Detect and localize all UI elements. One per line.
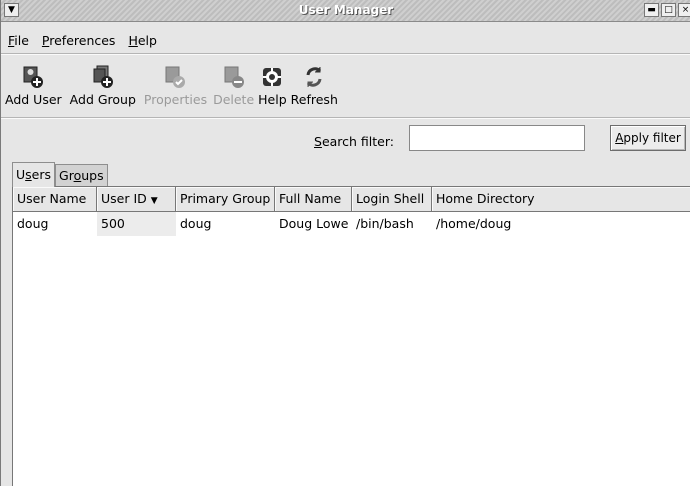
menu-help[interactable]: Help xyxy=(121,30,163,52)
tab-groups-text-start: Gr xyxy=(59,168,74,183)
table-header: User Name User ID ▼ Primary Group Full Na… xyxy=(13,187,690,212)
properties-icon xyxy=(162,64,188,90)
cell-user-name: doug xyxy=(17,216,49,231)
apply-filter-label: pply filter xyxy=(623,131,681,145)
cell-primary-group: doug xyxy=(180,216,212,231)
column-header-label: Home Directory xyxy=(436,191,535,206)
tab-bar: Users Groups xyxy=(12,162,108,187)
cell-home-directory: /home/doug xyxy=(436,216,512,231)
menu-preferences-label: references xyxy=(49,33,116,48)
help-button[interactable]: Help xyxy=(256,58,289,114)
column-header-user-id[interactable]: User ID ▼ xyxy=(97,187,176,211)
table-row[interactable]: doug 500 doug Doug Lowe /bin/bash /home/… xyxy=(13,212,690,236)
menu-help-label: elp xyxy=(137,33,157,48)
properties-button[interactable]: Properties xyxy=(142,58,209,114)
user-manager-window: ▼ User Manager ▬ □ × File Preferences He… xyxy=(0,0,690,486)
help-label: Help xyxy=(258,92,287,107)
tab-users-text-start: U xyxy=(16,167,26,182)
add-group-icon xyxy=(90,64,116,90)
column-header-label: Login Shell xyxy=(356,191,425,206)
column-header-login-shell[interactable]: Login Shell xyxy=(352,187,432,211)
tab-groups[interactable]: Groups xyxy=(55,164,108,186)
add-user-button[interactable]: Add User xyxy=(3,58,64,114)
search-filter-accel: S xyxy=(314,134,322,149)
menu-help-accel: H xyxy=(128,33,138,48)
tab-users[interactable]: Users xyxy=(12,162,56,187)
minimize-button[interactable]: ▬ xyxy=(644,3,659,17)
toolbar: Add User Add Group Properties Delete Hel… xyxy=(3,58,340,114)
search-filter-label-text: earch filter: xyxy=(321,134,394,149)
apply-filter-button[interactable]: Apply filter xyxy=(610,125,686,151)
help-lifebuoy-icon xyxy=(259,64,285,90)
add-user-icon xyxy=(20,64,46,90)
column-header-primary-group[interactable]: Primary Group xyxy=(176,187,275,211)
column-header-label: Full Name xyxy=(279,191,342,206)
toolbar-divider xyxy=(1,117,690,119)
close-button[interactable]: × xyxy=(678,3,690,17)
column-header-home-directory[interactable]: Home Directory xyxy=(432,187,690,211)
column-header-label: User Name xyxy=(17,191,87,206)
refresh-icon xyxy=(301,64,327,90)
tab-groups-text-end: ups xyxy=(81,168,104,183)
delete-label: Delete xyxy=(213,92,255,107)
menubar: File Preferences Help xyxy=(1,30,163,52)
maximize-icon: □ xyxy=(664,5,673,15)
add-group-label: Add Group xyxy=(69,92,136,107)
column-header-full-name[interactable]: Full Name xyxy=(275,187,352,211)
cell-user-id: 500 xyxy=(97,212,176,236)
delete-user-icon xyxy=(221,64,247,90)
menubar-divider xyxy=(1,53,690,55)
add-group-button[interactable]: Add Group xyxy=(68,58,138,114)
column-header-label: Primary Group xyxy=(180,191,271,206)
refresh-label: Refresh xyxy=(290,92,338,107)
close-icon: × xyxy=(681,5,690,15)
properties-label: Properties xyxy=(143,92,208,107)
delete-button[interactable]: Delete xyxy=(211,58,256,114)
maximize-button[interactable]: □ xyxy=(661,3,676,17)
search-filter-label: Search filter: xyxy=(314,134,394,149)
column-header-label: User ID xyxy=(101,191,147,206)
column-header-user-name[interactable]: User Name xyxy=(13,187,97,211)
window-title: User Manager xyxy=(298,3,394,17)
cell-full-name: Doug Lowe xyxy=(279,216,349,231)
add-user-label: Add User xyxy=(5,92,62,107)
menu-file-label: ile xyxy=(14,33,29,48)
search-filter-input[interactable] xyxy=(409,125,585,151)
minimize-icon: ▬ xyxy=(647,5,656,15)
menu-file[interactable]: File xyxy=(1,30,35,52)
users-table: User Name User ID ▼ Primary Group Full Na… xyxy=(12,186,690,486)
sort-chevron-icon: ▼ xyxy=(150,196,158,206)
tab-users-text-end: ers xyxy=(31,167,52,182)
refresh-button[interactable]: Refresh xyxy=(289,58,340,114)
cell-login-shell: /bin/bash xyxy=(356,216,414,231)
title-bar[interactable]: ▼ User Manager ▬ □ × xyxy=(1,0,690,22)
menu-preferences[interactable]: Preferences xyxy=(35,30,122,52)
